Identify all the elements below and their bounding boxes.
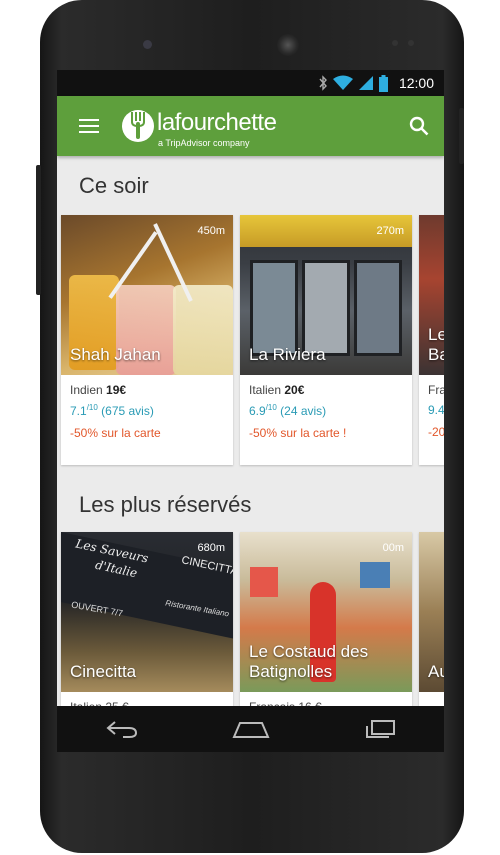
price-label: 20€ <box>284 383 305 397</box>
restaurant-name: La Riviera <box>249 345 326 364</box>
restaurant-photo: 270m La Riviera <box>240 215 412 375</box>
cuisine-label: Indien <box>70 383 103 397</box>
rating-value: 9.4 <box>428 403 444 417</box>
front-camera <box>143 40 152 49</box>
promo-label: -50% sur la carte ! <box>249 426 347 440</box>
rating-scale: /10 <box>86 403 98 412</box>
status-clock: 12:00 <box>398 75 434 91</box>
bluetooth-icon <box>319 75 327 91</box>
distance-label: 00m <box>382 542 404 554</box>
recents-icon <box>365 720 395 738</box>
distance-label: 270m <box>376 225 404 237</box>
rating-value: 7.1 <box>70 404 87 418</box>
promo-label: -20 <box>428 425 444 439</box>
review-count: (675 avis) <box>101 404 154 418</box>
back-icon <box>105 721 137 738</box>
section-title: Les plus réservés <box>79 492 252 517</box>
app-bar: lafourchette a TripAdvisor company <box>57 96 444 156</box>
sensor <box>408 40 414 46</box>
rating-scale: /10 <box>265 403 277 412</box>
restaurant-name: Shah Jahan <box>70 345 161 364</box>
restaurant-name: Au <box>428 662 444 681</box>
restaurant-card[interactable]: Les Saveurs d'Italie CINECITTA OUVERT 7/… <box>61 532 233 708</box>
volume-button <box>459 108 464 164</box>
status-bar: 12:00 <box>57 70 444 96</box>
review-count: (24 avis) <box>280 404 327 418</box>
home-button[interactable] <box>221 714 281 744</box>
restaurant-card[interactable]: Le Ba Fra 9.4 -20 <box>419 215 444 465</box>
sensor <box>392 40 398 46</box>
menu-icon[interactable] <box>79 119 99 133</box>
wifi-icon <box>332 75 353 90</box>
promo-label: -50% sur la carte <box>70 426 161 440</box>
rating-value: 6.9 <box>249 404 266 418</box>
battery-icon <box>378 74 388 92</box>
distance-label: 680m <box>197 542 225 554</box>
side-button <box>36 165 41 295</box>
screen: 12:00 lafourchette a TripAdvisor company… <box>57 70 444 752</box>
home-icon <box>231 722 270 738</box>
search-icon[interactable] <box>409 116 429 136</box>
restaurant-photo: Le Ba <box>419 215 444 375</box>
restaurant-card[interactable]: 00m Le Costaud des Batignolles Français … <box>240 532 412 708</box>
distance-label: 450m <box>197 225 225 237</box>
restaurant-photo: Les Saveurs d'Italie CINECITTA OUVERT 7/… <box>61 532 233 692</box>
earpiece <box>277 34 299 56</box>
fork-logo-icon <box>122 110 154 142</box>
restaurant-card[interactable]: 270m La Riviera Italien 20€ 6.9/10 (24 a… <box>240 215 412 465</box>
price-label: 19€ <box>106 383 127 397</box>
restaurant-card[interactable]: 450m Shah Jahan Indien 19€ 7.1/10 (675 a… <box>61 215 233 465</box>
cuisine-label: Fra <box>428 383 444 397</box>
restaurant-name: Le Ba <box>428 325 444 364</box>
restaurant-name: Le Costaud des Batignolles <box>249 642 369 681</box>
restaurant-name: Cinecitta <box>70 662 137 681</box>
back-button[interactable] <box>92 714 152 744</box>
section-title: Ce soir <box>79 173 149 198</box>
cuisine-label: Italien <box>249 383 282 397</box>
restaurant-card[interactable]: Au <box>419 532 444 708</box>
restaurant-photo: Au <box>419 532 444 692</box>
restaurant-photo: 00m Le Costaud des Batignolles <box>240 532 412 692</box>
signal-icon <box>358 76 373 90</box>
restaurant-photo: 450m Shah Jahan <box>61 215 233 375</box>
system-nav-bar <box>57 706 444 752</box>
recents-button[interactable] <box>350 714 410 744</box>
brand-name[interactable]: lafourchette <box>157 109 277 137</box>
brand-tagline: a TripAdvisor company <box>158 138 250 148</box>
